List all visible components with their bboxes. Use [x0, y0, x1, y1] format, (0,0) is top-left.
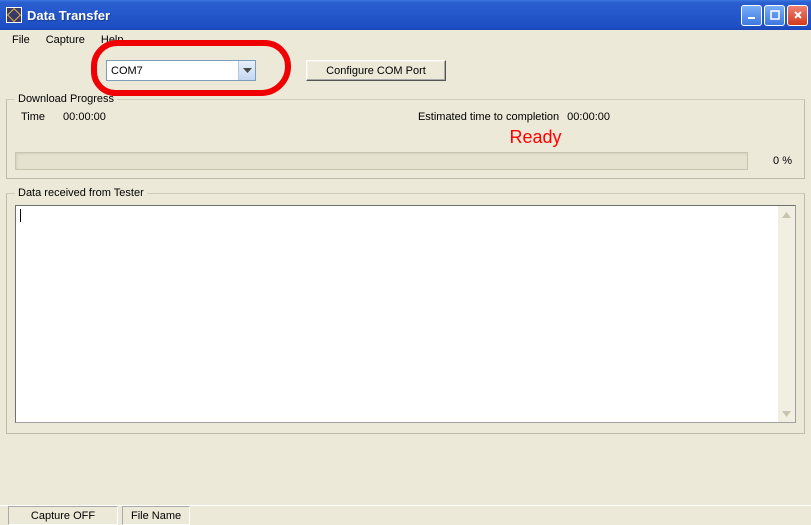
configure-button-label: Configure COM Port: [326, 65, 426, 77]
capture-status: Capture OFF: [8, 506, 118, 525]
download-progress-legend: Download Progress: [15, 93, 117, 105]
com-port-value: COM7: [107, 65, 238, 77]
chevron-down-icon[interactable]: [238, 61, 255, 80]
maximize-button[interactable]: [764, 5, 785, 26]
download-times-row: Time 00:00:00 Estimated time to completi…: [15, 111, 796, 127]
top-controls-row: COM7 Configure COM Port: [6, 56, 805, 89]
received-data-textarea[interactable]: [15, 205, 796, 423]
filename-status-label: File Name: [122, 506, 190, 525]
configure-com-port-button[interactable]: Configure COM Port: [306, 60, 446, 81]
download-progress-group: Download Progress Time 00:00:00 Estimate…: [6, 93, 805, 179]
status-bar: Capture OFF File Name: [0, 505, 811, 525]
menu-file[interactable]: File: [4, 32, 38, 48]
data-received-legend: Data received from Tester: [15, 187, 147, 199]
text-caret: [20, 209, 21, 222]
status-text: Ready: [15, 127, 796, 148]
vertical-scrollbar[interactable]: [778, 206, 795, 422]
progress-percent: 0 %: [756, 155, 796, 167]
content-area: COM7 Configure COM Port Download Progres…: [0, 50, 811, 434]
menu-capture[interactable]: Capture: [38, 32, 93, 48]
menu-bar: File Capture Help: [0, 30, 811, 50]
com-port-select[interactable]: COM7: [106, 60, 256, 81]
time-value: 00:00:00: [63, 111, 106, 123]
close-button[interactable]: [787, 5, 808, 26]
app-icon: [6, 7, 22, 23]
etc-label: Estimated time to completion: [418, 111, 559, 123]
menu-help[interactable]: Help: [93, 32, 132, 48]
window-title: Data Transfer: [27, 8, 741, 23]
scroll-down-icon[interactable]: [778, 405, 795, 422]
etc-value: 00:00:00: [567, 111, 610, 123]
scroll-up-icon[interactable]: [778, 206, 795, 223]
title-bar: Data Transfer: [0, 0, 811, 30]
minimize-button[interactable]: [741, 5, 762, 26]
window-buttons: [741, 5, 808, 26]
data-received-group: Data received from Tester: [6, 187, 805, 434]
time-label: Time: [21, 111, 45, 123]
progress-bar: [15, 152, 748, 170]
progress-row: 0 %: [15, 152, 796, 170]
